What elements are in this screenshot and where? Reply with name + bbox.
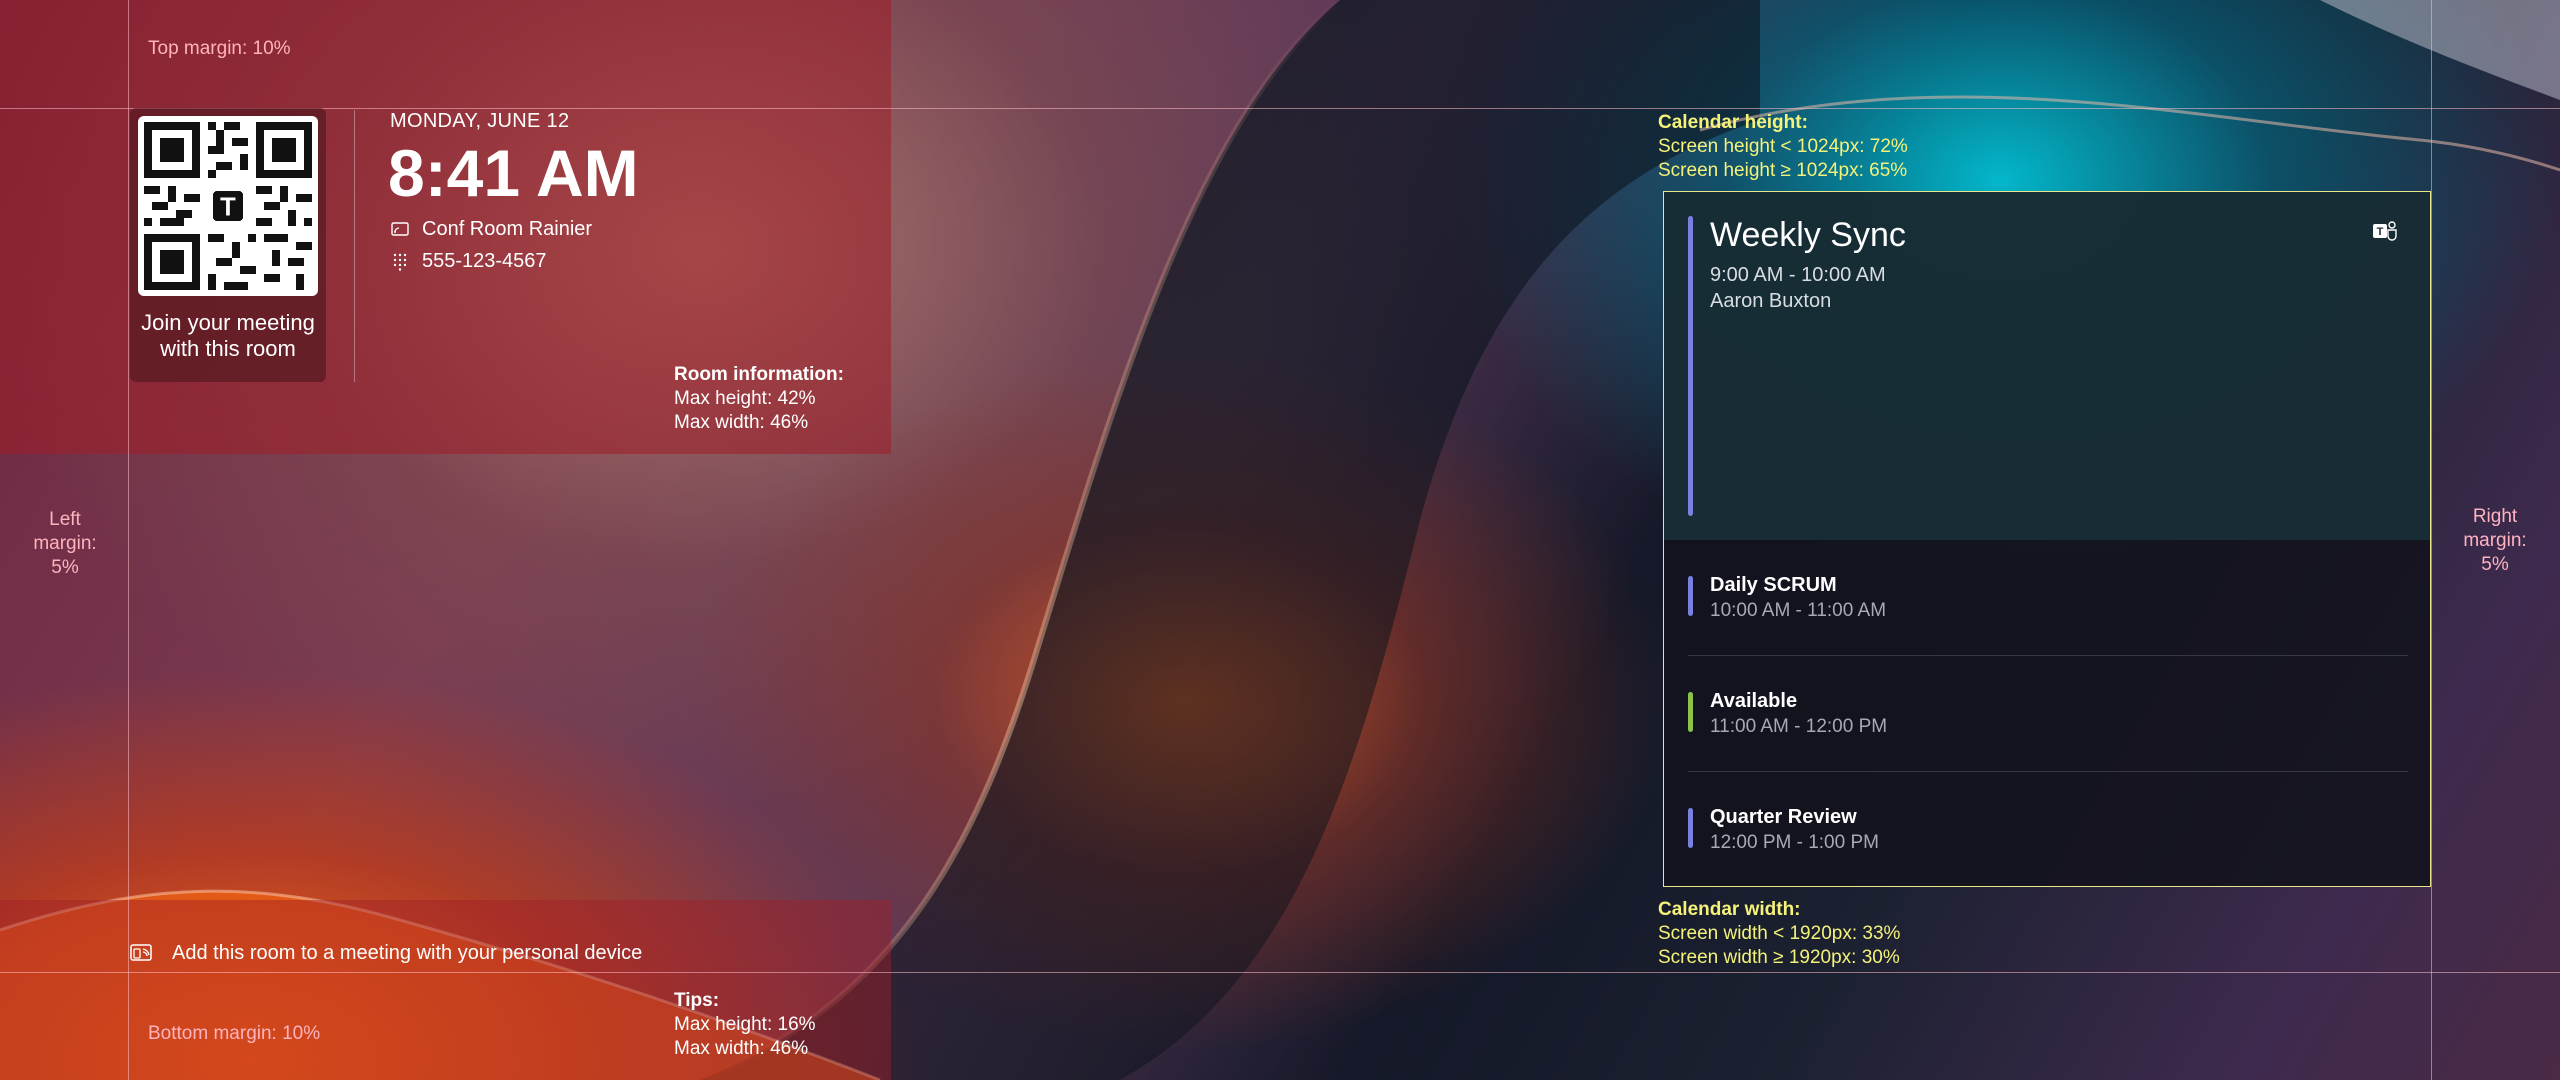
right-margin-line: Right	[2472, 506, 2518, 527]
dialpad-icon	[390, 252, 410, 272]
room-display-icon	[390, 220, 410, 240]
top-margin-guide	[0, 108, 2560, 109]
left-margin-line: 5%	[51, 557, 79, 578]
tips-annotation: Tips: Max height: 16% Max width: 46%	[674, 989, 816, 1061]
room-info-divider	[354, 110, 355, 382]
qr-join-panel[interactable]: T Join your meeting with this room	[130, 108, 326, 382]
right-margin-line: 5%	[2481, 554, 2509, 575]
calendar-height-annotation-line: Screen height ≥ 1024px: 65%	[1658, 160, 1908, 181]
tips-annotation-line: Max height: 16%	[674, 1014, 816, 1035]
room-date: MONDAY, JUNE 12	[390, 110, 570, 132]
room-info-annotation-line: Max height: 42%	[674, 388, 816, 409]
calendar-height-annotation-title: Calendar height:	[1658, 112, 1808, 133]
svg-text:T: T	[2377, 226, 2384, 238]
room-phone-row: 555-123-4567	[390, 250, 547, 273]
tips-annotation-title: Tips:	[674, 990, 720, 1011]
cast-device-icon	[130, 943, 152, 965]
calendar-item-name: Available	[1710, 690, 1798, 712]
top-margin-label: Top margin: 10%	[148, 38, 291, 59]
calendar-item[interactable]: Quarter Review 12:00 PM - 1:00 PM	[1664, 772, 2430, 886]
qr-caption: Join your meeting with this room	[141, 310, 315, 361]
calendar-height-annotation-line: Screen height < 1024px: 72%	[1658, 136, 1908, 157]
room-name: Conf Room Rainier	[422, 218, 593, 240]
calendar-width-annotation: Calendar width: Screen width < 1920px: 3…	[1658, 898, 1900, 970]
room-name-row: Conf Room Rainier	[390, 218, 592, 241]
cast-tip-text: Add this room to a meeting with your per…	[172, 942, 643, 964]
calendar-item-time: 10:00 AM - 11:00 AM	[1710, 600, 1887, 621]
right-margin-guide	[2431, 0, 2432, 1080]
room-info-annotation: Room information: Max height: 42% Max wi…	[674, 363, 844, 435]
left-margin-line: margin:	[33, 533, 97, 554]
calendar-item-name: Daily SCRUM	[1710, 574, 1837, 596]
room-phone: 555-123-4567	[422, 250, 547, 272]
tips-annotation-line: Max width: 46%	[674, 1038, 809, 1059]
left-margin-guide	[128, 0, 129, 1080]
qr-code-image: T	[144, 122, 312, 290]
teams-icon: T	[2372, 220, 2398, 246]
bottom-margin-guide	[0, 972, 2560, 973]
left-margin-label: Left margin: 5%	[20, 508, 110, 580]
cast-tip[interactable]: Add this room to a meeting with your per…	[130, 942, 642, 965]
room-info-annotation-title: Room information:	[674, 364, 844, 385]
calendar-width-annotation-line: Screen width < 1920px: 33%	[1658, 923, 1901, 944]
calendar-item-time: 12:00 PM - 1:00 PM	[1710, 832, 1879, 853]
calendar-panel: Weekly Sync 9:00 AM - 10:00 AM Aaron Bux…	[1663, 191, 2431, 887]
calendar-height-annotation: Calendar height: Screen height < 1024px:…	[1658, 111, 1908, 183]
calendar-item-time: 11:00 AM - 12:00 PM	[1710, 716, 1888, 737]
current-meeting-time: 9:00 AM - 10:00 AM	[1710, 264, 1886, 286]
current-meeting-accent	[1688, 216, 1693, 516]
current-meeting-title: Weekly Sync	[1710, 216, 1906, 254]
qr-code[interactable]: T	[138, 116, 318, 296]
current-meeting-card[interactable]: Weekly Sync 9:00 AM - 10:00 AM Aaron Bux…	[1664, 192, 2430, 540]
svg-text:T: T	[220, 194, 236, 222]
current-meeting-organizer: Aaron Buxton	[1710, 290, 1832, 312]
calendar-item-accent	[1688, 808, 1693, 848]
calendar-item-name: Quarter Review	[1710, 806, 1857, 828]
room-info-annotation-line: Max width: 46%	[674, 412, 809, 433]
bottom-margin-label: Bottom margin: 10%	[148, 1023, 321, 1044]
calendar-width-annotation-line: Screen width ≥ 1920px: 30%	[1658, 947, 1900, 968]
right-margin-line: margin:	[2463, 530, 2527, 551]
calendar-item-accent	[1688, 576, 1693, 616]
calendar-item-accent	[1688, 692, 1693, 732]
room-clock: 8:41 AM	[388, 136, 639, 210]
calendar-item[interactable]: Daily SCRUM 10:00 AM - 11:00 AM	[1664, 540, 2430, 656]
room-display-screen: Top margin: 10% Bottom margin: 10% Left …	[0, 0, 2560, 1080]
calendar-width-annotation-title: Calendar width:	[1658, 899, 1801, 920]
calendar-item[interactable]: Available 11:00 AM - 12:00 PM	[1664, 656, 2430, 772]
right-margin-label: Right margin: 5%	[2450, 505, 2540, 577]
left-margin-line: Left	[49, 509, 81, 530]
